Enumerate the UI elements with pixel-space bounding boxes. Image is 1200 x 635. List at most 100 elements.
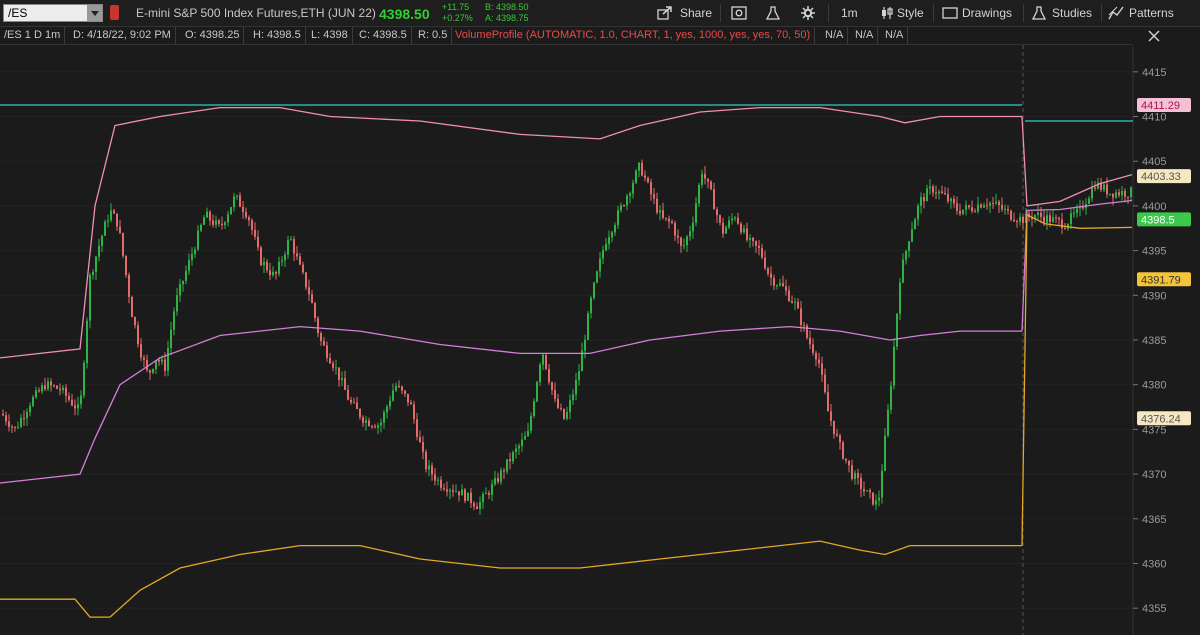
price-tick-label: 4390	[1142, 290, 1166, 302]
candle-body	[560, 407, 562, 409]
candle-body	[605, 243, 607, 251]
candle-body	[818, 359, 820, 364]
candle-body	[1124, 191, 1126, 197]
candle-body	[1130, 187, 1132, 197]
candle-body	[827, 392, 829, 412]
toolbar-divider	[933, 4, 934, 22]
candle-body	[275, 271, 277, 274]
candle-body	[377, 425, 379, 428]
candle-body	[1049, 215, 1051, 223]
candle-body	[308, 287, 310, 295]
price-chart[interactable]: 4415 4410 4405 4400 4395 4390 4385 4380 4375 4370…	[0, 45, 1200, 635]
candle-body	[164, 359, 166, 371]
candle-body	[1112, 193, 1114, 198]
candle-body	[911, 229, 913, 242]
candle-body	[8, 421, 10, 427]
candle-body	[410, 402, 412, 405]
candle-body	[884, 435, 886, 471]
patterns-icon	[1108, 6, 1124, 20]
candle-body	[125, 255, 127, 275]
candle-body	[116, 213, 118, 227]
change-absolute: +11.75	[442, 2, 470, 12]
alert-icon[interactable]	[110, 5, 119, 20]
candle-body	[752, 237, 754, 241]
candle-body	[716, 209, 718, 216]
candle-body	[944, 193, 946, 195]
candle-body	[896, 313, 898, 347]
candle-body	[593, 282, 595, 298]
flask-button[interactable]	[766, 0, 782, 26]
candle-body	[362, 417, 364, 423]
candle-body	[191, 254, 193, 260]
candle-body	[734, 217, 736, 219]
style-label: Style	[897, 6, 924, 20]
candle-body	[176, 295, 178, 312]
candle-body	[239, 195, 241, 207]
candle-body	[764, 257, 766, 269]
candle-body	[314, 303, 316, 319]
candle-body	[218, 220, 220, 224]
candle-body	[1010, 210, 1012, 220]
candle-body	[398, 385, 400, 387]
symbol-dropdown-icon[interactable]	[87, 5, 102, 21]
candle-body	[755, 240, 757, 246]
candle-body	[554, 390, 556, 399]
candle-body	[251, 220, 253, 230]
candle-body	[98, 245, 100, 257]
candle-body	[608, 237, 610, 244]
chart-info-bar: /ES 1 D 1m D: 4/18/22, 9:02 PM O: 4398.2…	[0, 27, 1160, 45]
candle-body	[830, 411, 832, 421]
candle-body	[14, 426, 16, 428]
candle-body	[674, 223, 676, 236]
gear-button[interactable]	[801, 0, 817, 26]
candle-body	[632, 182, 634, 194]
candle-body	[365, 420, 367, 423]
candle-body	[992, 203, 994, 205]
candle-body	[713, 189, 715, 210]
candle-body	[215, 220, 217, 225]
candle-body	[1103, 184, 1105, 190]
candle-body	[5, 415, 7, 422]
timeframe-button[interactable]: 1m	[841, 0, 858, 26]
candle-body	[143, 357, 145, 360]
candle-body	[44, 385, 46, 390]
price-tick-label: 4405	[1142, 156, 1166, 168]
last-price: 4398.50	[379, 6, 430, 22]
candle-body	[224, 222, 226, 225]
candle-body	[710, 181, 712, 190]
candle-body	[1106, 184, 1108, 195]
candle-body	[950, 198, 952, 202]
candle-body	[281, 260, 283, 262]
candle-body	[233, 196, 235, 208]
candle-body	[584, 339, 586, 351]
candle-body	[107, 220, 109, 222]
candle-body	[185, 270, 187, 282]
chart-settings-button[interactable]	[731, 0, 747, 26]
candle-body	[380, 422, 382, 426]
candle-body	[1052, 217, 1054, 223]
candle-body	[869, 490, 871, 493]
candle-body	[635, 170, 637, 183]
candle-body	[785, 286, 787, 291]
candle-body	[38, 390, 40, 392]
candle-body	[854, 473, 856, 479]
candle-body	[131, 296, 133, 318]
study-label[interactable]: VolumeProfile (AUTOMATIC, 1.0, CHART, 1,…	[451, 27, 816, 44]
candle-body	[548, 368, 550, 383]
candle-body	[935, 192, 937, 194]
candle-body	[707, 178, 709, 182]
symbol-input[interactable]: /ES	[3, 4, 103, 22]
candle-body	[278, 261, 280, 274]
candle-body	[866, 490, 868, 492]
candle-body	[350, 399, 352, 403]
candle-body	[152, 369, 154, 373]
candle-body	[425, 451, 427, 470]
candle-body	[971, 207, 973, 212]
candle-body	[731, 218, 733, 221]
candle-body	[1055, 217, 1057, 219]
collapse-icon[interactable]	[1148, 30, 1160, 42]
candle-body	[113, 210, 115, 214]
candle-body	[329, 357, 331, 364]
candle-body	[536, 382, 538, 402]
candle-body	[455, 491, 457, 493]
